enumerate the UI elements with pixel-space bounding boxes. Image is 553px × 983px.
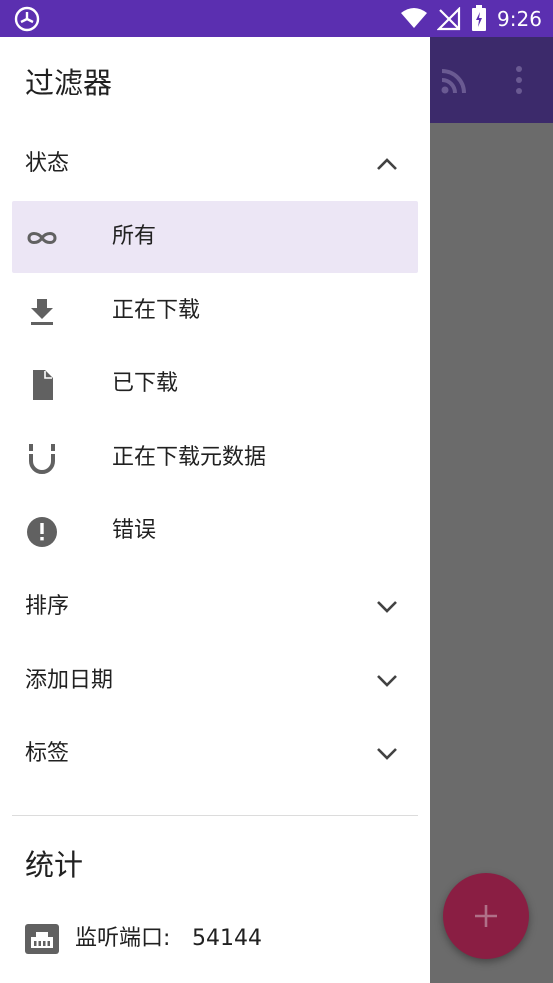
battery-charging-icon: [472, 5, 486, 31]
file-icon: [33, 370, 53, 400]
chevron-down-icon: [377, 748, 397, 760]
filter-item-label: 正在下载: [112, 298, 201, 323]
section-status-label: 状态: [25, 151, 70, 176]
infinity-icon: [27, 232, 57, 244]
chevron-up-icon: [377, 158, 397, 170]
drawer-divider: [12, 815, 418, 816]
status-bar: 9:26: [0, 0, 553, 37]
section-tags-header[interactable]: 标签: [0, 729, 430, 779]
filter-item-all[interactable]: 所有: [12, 201, 418, 273]
filter-item-label: 已下载: [112, 371, 179, 396]
drawer-scrim[interactable]: [430, 123, 553, 983]
rss-feed-icon: [441, 69, 466, 94]
plus-icon: [475, 905, 497, 927]
magnet-icon: [29, 444, 55, 474]
chevron-down-icon: [377, 601, 397, 613]
download-icon: [31, 299, 53, 325]
drawer-title: 过滤器: [25, 66, 113, 100]
app-toolbar-dimmed: [430, 37, 553, 123]
section-date-added-label: 添加日期: [25, 668, 114, 693]
status-time: 9:26: [497, 7, 542, 31]
filter-item-label: 错误: [112, 518, 157, 543]
more-options-icon: [516, 66, 522, 94]
error-icon: [27, 517, 57, 547]
ethernet-port-icon: [25, 924, 59, 954]
filter-item-downloaded[interactable]: 已下载: [12, 348, 418, 420]
listening-port-label: 监听端口:: [75, 926, 171, 951]
section-sort-header[interactable]: 排序: [0, 582, 430, 632]
section-tags-label: 标签: [25, 741, 70, 766]
filter-item-downloading[interactable]: 正在下载: [12, 275, 418, 347]
add-torrent-fab: [443, 873, 529, 959]
app-logo-icon: [14, 6, 40, 32]
no-signal-icon: [437, 7, 461, 31]
filter-item-label: 正在下载元数据: [112, 445, 267, 470]
stats-title: 统计: [25, 848, 84, 882]
listening-port-row: 监听端口: 54144: [25, 921, 425, 957]
filter-item-error[interactable]: 错误: [12, 495, 418, 567]
filter-drawer: 过滤器 状态 所有 正在下载 已下载 正在下载元数据 错误 排序 添加日期 标签…: [0, 37, 430, 983]
section-date-added-header[interactable]: 添加日期: [0, 656, 430, 706]
section-sort-label: 排序: [25, 594, 70, 619]
filter-item-label: 所有: [112, 224, 157, 249]
section-status-header[interactable]: 状态: [0, 139, 430, 189]
filter-item-downloading-metadata[interactable]: 正在下载元数据: [12, 422, 418, 494]
listening-port-value: 54144: [192, 926, 262, 951]
chevron-down-icon: [377, 675, 397, 687]
wifi-icon: [401, 8, 427, 28]
